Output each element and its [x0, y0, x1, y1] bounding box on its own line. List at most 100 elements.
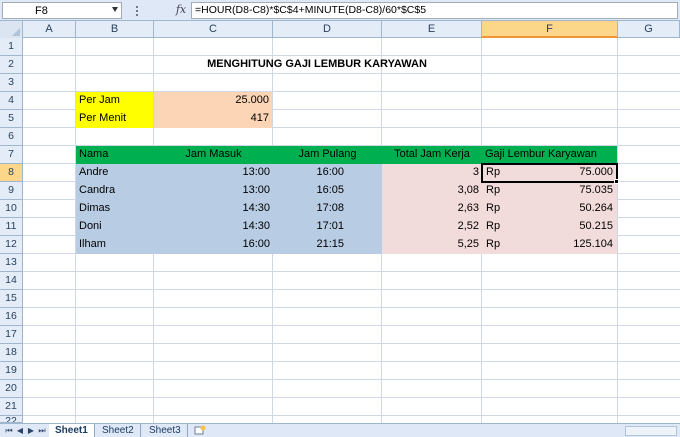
row-header-9[interactable]: 9: [0, 182, 23, 200]
currency-label: Rp: [486, 184, 501, 196]
table-cell-name[interactable]: Andre: [76, 164, 154, 182]
header-jam-masuk[interactable]: Jam Masuk: [154, 146, 273, 164]
pay-amount: 75.035: [579, 184, 613, 196]
row-header-8[interactable]: 8: [0, 164, 23, 182]
tab-sheet3[interactable]: Sheet3: [143, 424, 188, 437]
row-header-1[interactable]: 1: [0, 38, 23, 56]
table-cell-out[interactable]: 16:05: [273, 182, 382, 200]
row-header-22[interactable]: 22: [0, 416, 23, 423]
column-header-e[interactable]: E: [382, 21, 482, 38]
table-cell-out[interactable]: 16:00: [273, 164, 382, 182]
table-cell-in[interactable]: 13:00: [154, 164, 273, 182]
horizontal-scrollbar[interactable]: [625, 426, 677, 436]
table-cell-total[interactable]: 2,63: [382, 200, 482, 218]
insert-sheet-icon[interactable]: [193, 425, 207, 437]
table-cell-pay[interactable]: Rp 50.264: [482, 200, 617, 218]
table-cell-in[interactable]: 14:30: [154, 200, 273, 218]
gridline: [23, 361, 680, 362]
row-header-12[interactable]: 12: [0, 236, 23, 254]
table-cell-name[interactable]: Candra: [76, 182, 154, 200]
rate-per-minute-value[interactable]: 417: [154, 110, 272, 128]
prev-sheet-icon[interactable]: ◀: [15, 426, 25, 436]
table-cell-total[interactable]: 3,08: [382, 182, 482, 200]
row-header-21[interactable]: 21: [0, 398, 23, 416]
gridline: [23, 271, 680, 272]
header-jam-pulang[interactable]: Jam Pulang: [273, 146, 382, 164]
rate-per-hour-label[interactable]: Per Jam: [76, 92, 153, 110]
table-cell-in[interactable]: 16:00: [154, 236, 273, 254]
row-header-17[interactable]: 17: [0, 326, 23, 344]
column-header-g[interactable]: G: [618, 21, 680, 38]
gridline: [23, 289, 680, 290]
gridline: [23, 379, 680, 380]
gridline: [23, 325, 680, 326]
row-header-15[interactable]: 15: [0, 290, 23, 308]
gridline: [23, 343, 680, 344]
sheet-tab-bar: ⏮ ◀ ▶ ⏭ Sheet1 Sheet2 Sheet3: [0, 423, 680, 437]
resize-handle-icon[interactable]: [134, 4, 150, 16]
tab-sheet2[interactable]: Sheet2: [96, 424, 141, 437]
header-total-jam-kerja[interactable]: Total Jam Kerja: [382, 146, 482, 164]
row-header-3[interactable]: 3: [0, 74, 23, 92]
table-cell-pay[interactable]: Rp 75.035: [482, 182, 617, 200]
row-header-2[interactable]: 2: [0, 56, 23, 74]
table-cell-in[interactable]: 14:30: [154, 218, 273, 236]
row-header-20[interactable]: 20: [0, 380, 23, 398]
formula-input[interactable]: =HOUR(D8-C8)*$C$4+MINUTE(D8-C8)/60*$C$5: [191, 2, 678, 19]
row-header-10[interactable]: 10: [0, 200, 23, 218]
column-header-c[interactable]: C: [154, 21, 273, 38]
table-cell-name[interactable]: Doni: [76, 218, 154, 236]
rate-per-hour-value[interactable]: 25.000: [154, 92, 272, 110]
row-header-11[interactable]: 11: [0, 218, 23, 236]
table-cell-pay[interactable]: Rp 50.215: [482, 218, 617, 236]
insert-function-button[interactable]: fx: [172, 2, 190, 19]
table-cell-total[interactable]: 2,52: [382, 218, 482, 236]
pay-amount: 50.215: [579, 220, 613, 232]
table-cell-out[interactable]: 21:15: [273, 236, 382, 254]
currency-label: Rp: [486, 220, 501, 232]
gridline: [23, 397, 680, 398]
table-cell-name[interactable]: Ilham: [76, 236, 154, 254]
next-sheet-icon[interactable]: ▶: [26, 426, 36, 436]
rate-per-minute-label[interactable]: Per Menit: [76, 110, 153, 128]
pay-amount: 125.104: [573, 238, 613, 250]
column-header-d[interactable]: D: [273, 21, 382, 38]
column-header-b[interactable]: B: [76, 21, 154, 38]
gridline: [617, 38, 618, 423]
row-header-16[interactable]: 16: [0, 308, 23, 326]
formula-bar: F8 fx =HOUR(D8-C8)*$C$4+MINUTE(D8-C8)/60…: [0, 0, 680, 21]
header-name[interactable]: Nama: [76, 146, 154, 164]
chevron-down-icon[interactable]: [112, 7, 118, 12]
select-all-icon: [12, 28, 20, 36]
name-box[interactable]: F8: [2, 2, 122, 19]
header-gaji-lembur[interactable]: Gaji Lembur Karyawan: [482, 146, 617, 164]
table-cell-out[interactable]: 17:08: [273, 200, 382, 218]
table-cell-in[interactable]: 13:00: [154, 182, 273, 200]
row-header-6[interactable]: 6: [0, 128, 23, 146]
row-header-4[interactable]: 4: [0, 92, 23, 110]
fill-handle[interactable]: [614, 179, 619, 184]
table-cell-total[interactable]: 3: [382, 164, 482, 182]
table-cell-out[interactable]: 17:01: [273, 218, 382, 236]
last-sheet-icon[interactable]: ⏭: [37, 426, 47, 436]
pay-amount: 50.264: [579, 202, 613, 214]
row-header-7[interactable]: 7: [0, 146, 23, 164]
row-header-14[interactable]: 14: [0, 272, 23, 290]
select-all-button[interactable]: [0, 21, 23, 38]
sheet-title[interactable]: MENGHITUNG GAJI LEMBUR KARYAWAN: [153, 56, 481, 74]
gridline: [23, 307, 680, 308]
table-cell-name[interactable]: Dimas: [76, 200, 154, 218]
row-header-18[interactable]: 18: [0, 344, 23, 362]
row-header-19[interactable]: 19: [0, 362, 23, 380]
row-header-5[interactable]: 5: [0, 110, 23, 128]
column-header-f[interactable]: F: [482, 21, 618, 38]
table-cell-total[interactable]: 5,25: [382, 236, 482, 254]
currency-label: Rp: [486, 238, 501, 250]
row-header-13[interactable]: 13: [0, 254, 23, 272]
table-cell-pay[interactable]: Rp 125.104: [482, 236, 617, 254]
column-header-a[interactable]: A: [23, 21, 76, 38]
cell-grid[interactable]: MENGHITUNG GAJI LEMBUR KARYAWAN Per Jam …: [23, 38, 680, 423]
gridline: [23, 415, 680, 416]
tab-sheet1[interactable]: Sheet1: [49, 424, 95, 437]
first-sheet-icon[interactable]: ⏮: [4, 426, 14, 436]
